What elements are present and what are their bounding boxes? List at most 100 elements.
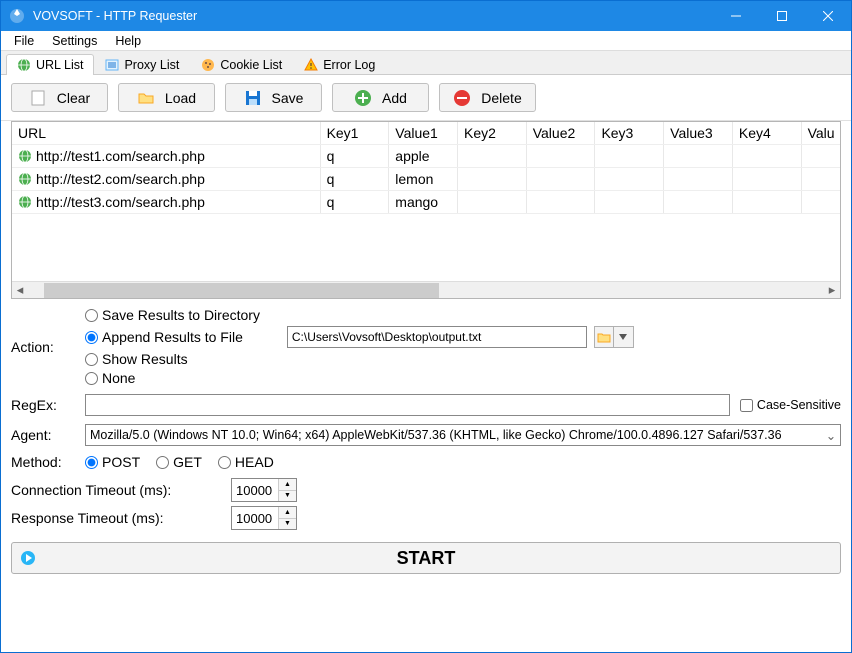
cell-key1[interactable]: q: [321, 191, 390, 213]
cell-val1[interactable]: mango: [389, 191, 458, 213]
cell-val4[interactable]: [802, 145, 840, 167]
cell-key4[interactable]: [733, 145, 802, 167]
cell-key1[interactable]: q: [321, 168, 390, 190]
radio-post[interactable]: [85, 456, 98, 469]
output-file-input[interactable]: [287, 326, 587, 348]
minimize-button[interactable]: [713, 1, 759, 31]
radio-label: Show Results: [102, 351, 188, 367]
cell-val2[interactable]: [527, 168, 596, 190]
grid-hscrollbar[interactable]: ◂ ▸: [12, 281, 840, 298]
col-key4[interactable]: Key4: [733, 122, 802, 144]
chevron-down-icon[interactable]: ⌄: [822, 428, 840, 443]
col-val3[interactable]: Value3: [664, 122, 733, 144]
tab-proxy-list[interactable]: Proxy List: [94, 54, 190, 75]
action-show-results[interactable]: Show Results: [85, 351, 634, 367]
action-none[interactable]: None: [85, 370, 634, 386]
globe-icon: [18, 172, 32, 186]
browse-dropdown-button[interactable]: [614, 326, 634, 348]
cell-key2[interactable]: [458, 191, 527, 213]
checkbox-case-sensitive[interactable]: [740, 399, 753, 412]
cell-val2[interactable]: [527, 191, 596, 213]
radio-none[interactable]: [85, 372, 98, 385]
col-val1[interactable]: Value1: [389, 122, 458, 144]
tab-cookie-list[interactable]: Cookie List: [190, 54, 293, 75]
action-label: Action:: [11, 339, 85, 355]
col-key2[interactable]: Key2: [458, 122, 527, 144]
method-head[interactable]: HEAD: [218, 454, 274, 470]
radio-label: Save Results to Directory: [102, 307, 260, 323]
col-val4[interactable]: Valu: [802, 122, 840, 144]
spin-down-icon[interactable]: ▼: [279, 490, 296, 502]
cell-key2[interactable]: [458, 168, 527, 190]
cell-val3[interactable]: [664, 191, 733, 213]
spin-down-icon[interactable]: ▼: [279, 518, 296, 530]
scroll-thumb[interactable]: [44, 283, 439, 298]
globe-icon: [18, 195, 32, 209]
close-button[interactable]: [805, 1, 851, 31]
cell-url[interactable]: http://test3.com/search.php: [12, 191, 321, 213]
agent-combobox[interactable]: Mozilla/5.0 (Windows NT 10.0; Win64; x64…: [85, 424, 841, 446]
radio-get[interactable]: [156, 456, 169, 469]
add-button[interactable]: Add: [332, 83, 429, 112]
cell-key1[interactable]: q: [321, 145, 390, 167]
tab-error-log[interactable]: Error Log: [293, 54, 386, 75]
menu-settings[interactable]: Settings: [44, 33, 105, 49]
settings-panel: Action: Save Results to Directory Append…: [1, 299, 851, 536]
method-post[interactable]: POST: [85, 454, 140, 470]
cell-val3[interactable]: [664, 145, 733, 167]
col-key1[interactable]: Key1: [321, 122, 390, 144]
resp-timeout-spinner[interactable]: ▲ ▼: [231, 506, 297, 530]
cell-key4[interactable]: [733, 168, 802, 190]
col-key3[interactable]: Key3: [595, 122, 664, 144]
conn-timeout-spinner[interactable]: ▲ ▼: [231, 478, 297, 502]
delete-button[interactable]: Delete: [439, 83, 536, 112]
cell-val1[interactable]: lemon: [389, 168, 458, 190]
cell-url[interactable]: http://test2.com/search.php: [12, 168, 321, 190]
cell-key4[interactable]: [733, 191, 802, 213]
clear-button[interactable]: Clear: [11, 83, 108, 112]
conn-timeout-label: Connection Timeout (ms):: [11, 482, 231, 498]
scroll-right-icon[interactable]: ▸: [824, 282, 840, 298]
cell-key3[interactable]: [595, 191, 664, 213]
table-row[interactable]: http://test3.com/search.phpqmango: [12, 191, 840, 214]
start-button[interactable]: START: [11, 542, 841, 574]
radio-save-dir[interactable]: [85, 309, 98, 322]
tab-url-list[interactable]: URL List: [6, 54, 94, 75]
cell-val2[interactable]: [527, 145, 596, 167]
tab-label: URL List: [36, 58, 83, 72]
radio-head[interactable]: [218, 456, 231, 469]
case-sensitive-checkbox[interactable]: Case-Sensitive: [740, 398, 841, 412]
cell-key3[interactable]: [595, 168, 664, 190]
cell-key3[interactable]: [595, 145, 664, 167]
menu-file[interactable]: File: [6, 33, 42, 49]
cell-val4[interactable]: [802, 168, 840, 190]
method-get[interactable]: GET: [156, 454, 202, 470]
maximize-button[interactable]: [759, 1, 805, 31]
action-append-file[interactable]: Append Results to File: [85, 326, 634, 348]
action-save-dir[interactable]: Save Results to Directory: [85, 307, 634, 323]
radio-show-results[interactable]: [85, 353, 98, 366]
toolbar: Clear Load Save Add Delete: [1, 75, 851, 121]
menu-help[interactable]: Help: [107, 33, 149, 49]
cell-val3[interactable]: [664, 168, 733, 190]
table-row[interactable]: http://test2.com/search.phpqlemon: [12, 168, 840, 191]
cell-key2[interactable]: [458, 145, 527, 167]
conn-timeout-input[interactable]: [232, 479, 278, 501]
regex-input[interactable]: [85, 394, 730, 416]
spin-up-icon[interactable]: ▲: [279, 507, 296, 518]
cell-url[interactable]: http://test1.com/search.php: [12, 145, 321, 167]
cell-val1[interactable]: apple: [389, 145, 458, 167]
col-val2[interactable]: Value2: [527, 122, 596, 144]
radio-append-file[interactable]: [85, 331, 98, 344]
load-button[interactable]: Load: [118, 83, 215, 112]
method-label: Method:: [11, 454, 85, 470]
btn-label: Add: [382, 90, 407, 106]
browse-file-button[interactable]: [594, 326, 614, 348]
table-row[interactable]: http://test1.com/search.phpqapple: [12, 145, 840, 168]
cell-val4[interactable]: [802, 191, 840, 213]
resp-timeout-input[interactable]: [232, 507, 278, 529]
scroll-left-icon[interactable]: ◂: [12, 282, 28, 298]
save-button[interactable]: Save: [225, 83, 322, 112]
spin-up-icon[interactable]: ▲: [279, 479, 296, 490]
col-url[interactable]: URL: [12, 122, 321, 144]
